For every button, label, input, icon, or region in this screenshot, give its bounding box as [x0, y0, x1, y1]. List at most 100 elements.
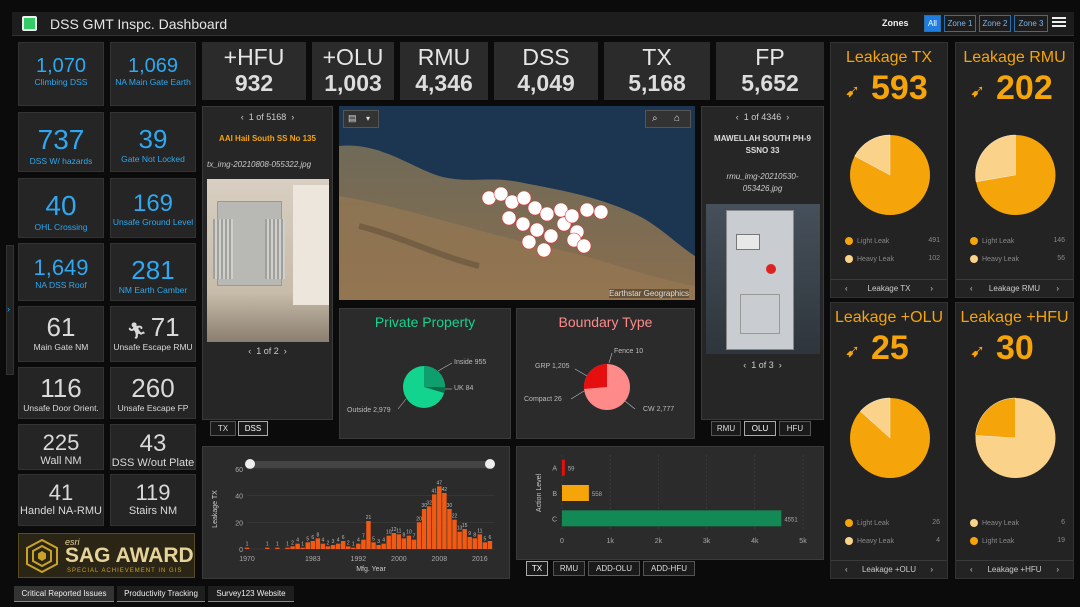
kpi-value: 116 — [40, 373, 82, 403]
legend-item: Heavy Leak 4 — [845, 537, 940, 545]
chevron-right-icon[interactable]: › — [930, 280, 933, 297]
kpi-value: 1,070 — [35, 55, 87, 77]
pie-label-inside: Inside 955 — [454, 359, 487, 366]
kpi-tile[interactable]: 61 Main Gate NM — [18, 306, 104, 362]
total-value: 5,168 — [628, 70, 686, 96]
image-next-icon[interactable]: › — [779, 360, 782, 370]
kpi-value: 119 — [135, 480, 171, 505]
tab-add-hfu[interactable]: ADD-HFU — [643, 561, 695, 576]
bar-data-label: 41 — [431, 488, 437, 494]
next-icon[interactable]: › — [786, 112, 789, 122]
image-prev-icon[interactable]: ‹ — [248, 346, 251, 356]
bar-data-label: 1 — [266, 542, 269, 548]
kpi-value: 169 — [132, 190, 174, 217]
kpi-value: 260 — [131, 373, 175, 403]
kpi-tile[interactable]: 🏃︎ 71 Unsafe Escape RMU — [110, 306, 196, 362]
chevron-left-icon[interactable]: ‹ — [970, 280, 973, 297]
search-icon[interactable]: ⌕ — [652, 113, 658, 124]
image-next-icon[interactable]: › — [284, 346, 287, 356]
kpi-tile[interactable]: 169 Unsafe Ground Level — [110, 178, 196, 238]
tab-rmu[interactable]: RMU — [711, 421, 741, 436]
tab-tx-action[interactable]: TX — [526, 561, 548, 576]
transformer-photo[interactable] — [207, 179, 329, 342]
side-panel-toggle[interactable]: › — [6, 245, 14, 375]
x-tick-label: 0 — [560, 538, 564, 545]
kpi-tile[interactable]: 39 Gate Not Locked — [110, 112, 196, 172]
tab-dss[interactable]: DSS — [238, 421, 268, 436]
prev-icon[interactable]: ‹ — [736, 112, 739, 122]
x-tick-label: 2016 — [472, 556, 488, 563]
zone-3-button[interactable]: Zone 3 — [1014, 15, 1048, 32]
legend-swatch — [845, 537, 853, 545]
mfg-year-chart: 02040601970 1983 1992 2000 2008 20161 1 1 1 2 415 6… — [212, 459, 495, 573]
total-fp-card[interactable]: FP 5,652 — [716, 42, 824, 100]
tab-productivity-tracking[interactable]: Productivity Tracking — [117, 586, 205, 602]
award-title: SAG AWARD — [65, 544, 194, 567]
zone-all-button[interactable]: All — [924, 15, 941, 32]
chevron-right-icon[interactable]: › — [1056, 280, 1059, 297]
kpi-tile[interactable]: 1,070 Climbing DSS — [18, 42, 104, 106]
rmu-photo[interactable] — [706, 204, 820, 354]
histogram-bar — [376, 545, 381, 549]
tab-tx[interactable]: TX — [210, 421, 236, 436]
kpi-tile[interactable]: 260 Unsafe Escape FP — [110, 367, 196, 419]
kpi-tile[interactable]: 225 Wall NM — [18, 424, 104, 470]
total-hfu-card[interactable]: +HFU 932 — [202, 42, 306, 100]
basemap-toggle-button[interactable]: ▤ ▾ — [343, 110, 379, 128]
leakage-panel: Leakage +HFU ➹ 30 Heavy Leak 6 Light Leak 19 ‹ L… — [955, 302, 1074, 579]
rmu-viewer-panel: ‹ 1 of 4346 › MAWELLAH SOUTH PH-9 SSNO 3… — [701, 106, 824, 420]
menu-icon[interactable] — [1052, 15, 1066, 29]
zone-1-button[interactable]: Zone 1 — [944, 15, 976, 32]
kpi-label: Gate Not Locked — [121, 153, 185, 164]
home-icon[interactable]: ⌂ — [674, 113, 680, 124]
total-rmu-card[interactable]: RMU 4,346 — [400, 42, 488, 100]
tab-critical-reported-issues[interactable]: Critical Reported Issues — [14, 586, 114, 602]
kpi-label: DSS W/out Plate — [111, 457, 195, 470]
tab-rmu-action[interactable]: RMU — [553, 561, 585, 576]
kpi-tile[interactable]: 1,649 NA DSS Roof — [18, 243, 104, 301]
tab-survey123-website[interactable]: Survey123 Website — [208, 586, 294, 602]
bar-data-label: 8 — [473, 532, 476, 538]
chevron-right-icon[interactable]: › — [1056, 561, 1059, 578]
chevron-left-icon[interactable]: ‹ — [845, 280, 848, 297]
total-tx-card[interactable]: TX 5,168 — [604, 42, 710, 100]
kpi-tile[interactable]: 116 Unsafe Door Orient. — [18, 367, 104, 419]
tab-hfu[interactable]: HFU — [779, 421, 811, 436]
map-view[interactable]: ▤ ▾ ⌕ ⌂ Earthstar Geographics — [339, 106, 695, 300]
bar-data-label: 4 — [382, 538, 385, 544]
leakage-footer-label: Leakage +HFU — [987, 565, 1042, 574]
zone-2-button[interactable]: Zone 2 — [979, 15, 1011, 32]
kpi-tile[interactable]: 41 Handel NA-RMU — [18, 474, 104, 526]
x-tick-label: 3k — [703, 538, 711, 545]
chevron-right-icon[interactable]: › — [930, 561, 933, 578]
tab-add-olu[interactable]: ADD-OLU — [588, 561, 640, 576]
tab-olu[interactable]: OLU — [744, 421, 776, 436]
kpi-tile[interactable]: 43 DSS W/out Plate — [110, 424, 196, 470]
kpi-tile[interactable]: 40 OHL Crossing — [18, 178, 104, 238]
chevron-left-icon[interactable]: ‹ — [845, 561, 848, 578]
prev-icon[interactable]: ‹ — [241, 112, 244, 122]
histogram-bar — [401, 538, 407, 549]
bar-data-label: 15 — [462, 523, 468, 529]
kpi-tile[interactable]: 737 DSS W/ hazards — [18, 112, 104, 172]
kpi-tile[interactable]: 1,069 NA Main Gate Earth — [110, 42, 196, 106]
histogram-bar — [310, 541, 316, 549]
kpi-label: Wall NM — [40, 455, 82, 468]
histogram-bar — [421, 509, 427, 549]
next-icon[interactable]: › — [291, 112, 294, 122]
histogram-bar — [295, 543, 300, 549]
total-label: +OLU — [322, 44, 384, 70]
kpi-label: Stairs NM — [128, 505, 178, 518]
kpi-tile[interactable]: 119 Stairs NM — [110, 474, 196, 526]
year-range-slider — [249, 461, 491, 468]
chevron-left-icon[interactable]: ‹ — [970, 561, 973, 578]
total-olu-card[interactable]: +OLU 1,003 — [312, 42, 394, 100]
bar-data-label: 7 — [413, 534, 416, 540]
total-dss-card[interactable]: DSS 4,049 — [494, 42, 598, 100]
image-filename: rmu_img-20210530-053426.jpg — [726, 172, 799, 193]
histogram-bar — [477, 534, 483, 549]
image-prev-icon[interactable]: ‹ — [743, 360, 746, 370]
bar-data-label: 42 — [442, 487, 448, 493]
bar-data-label: 11 — [396, 528, 401, 534]
kpi-tile[interactable]: 281 NM Earth Camber — [110, 243, 196, 301]
